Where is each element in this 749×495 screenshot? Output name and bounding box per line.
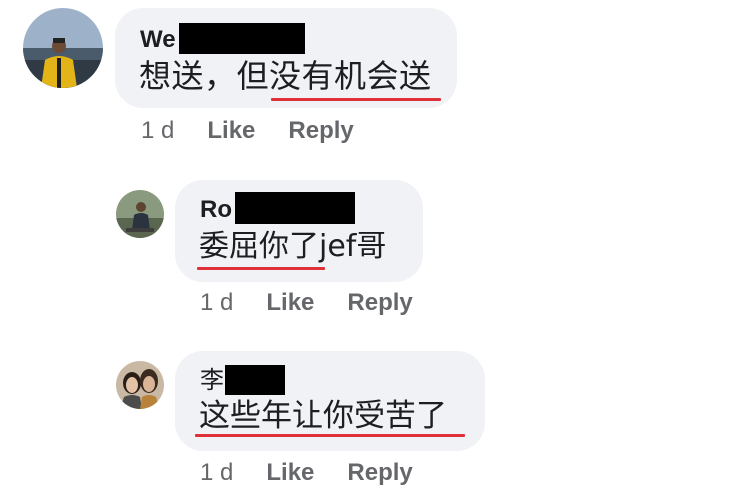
timestamp-1[interactable]: 1 d: [141, 117, 174, 145]
comment-author-3[interactable]: 李: [200, 369, 224, 393]
avatar-comment-1[interactable]: [23, 8, 103, 88]
timestamp-2[interactable]: 1 d: [200, 289, 233, 317]
comment-text-1: 想送，但没有机会送: [139, 57, 432, 95]
comment-bubble-3: 李 这些年让你受苦了: [175, 351, 485, 451]
comment-actions-1: 1 d Like Reply: [141, 117, 354, 145]
comment-bubble-1: We 想送，但没有机会送: [115, 8, 457, 108]
redaction-bar-1: [179, 23, 305, 54]
underline-2: [197, 267, 325, 270]
reply-button-1[interactable]: Reply: [288, 117, 353, 145]
comment-actions-3: 1 d Like Reply: [200, 459, 413, 487]
comment-bubble-2: Ro 委屈你了jef哥: [175, 180, 423, 282]
avatar-comment-2[interactable]: [116, 190, 164, 238]
avatar-comment-3[interactable]: [116, 361, 164, 409]
reply-button-3[interactable]: Reply: [347, 459, 412, 487]
comment-text-3: 这些年让你受苦了: [199, 398, 447, 434]
redaction-bar-2: [235, 192, 355, 224]
timestamp-3[interactable]: 1 d: [200, 459, 233, 487]
underline-3: [195, 434, 465, 437]
comment-actions-2: 1 d Like Reply: [200, 289, 413, 317]
like-button-3[interactable]: Like: [266, 459, 314, 487]
comment-text-2: 委屈你了jef哥: [199, 229, 387, 264]
like-button-1[interactable]: Like: [207, 117, 255, 145]
like-button-2[interactable]: Like: [266, 289, 314, 317]
underline-1: [271, 98, 441, 101]
comment-author-2[interactable]: Ro: [200, 198, 232, 222]
redaction-bar-3: [225, 365, 285, 395]
reply-button-2[interactable]: Reply: [347, 289, 412, 317]
comment-author-1[interactable]: We: [140, 28, 176, 52]
